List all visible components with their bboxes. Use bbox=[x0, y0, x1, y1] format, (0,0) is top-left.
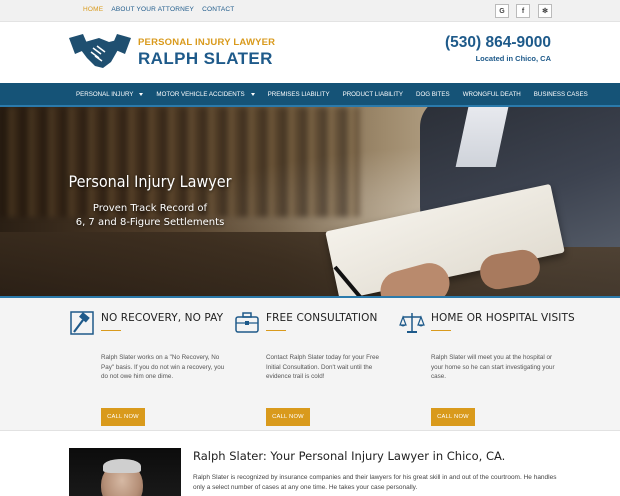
chevron-down-icon bbox=[250, 93, 255, 96]
call-now-button[interactable]: CALL NOW bbox=[266, 408, 310, 426]
top-nav: HOME ABOUT YOUR ATTORNEY CONTACT bbox=[83, 6, 234, 13]
nav-item-premises-liability[interactable]: PREMISES LIABILITY bbox=[268, 91, 330, 98]
briefcase-icon bbox=[235, 312, 259, 333]
phone-number[interactable]: (530) 864-9000 bbox=[445, 34, 551, 52]
nav-item-dog-bites[interactable]: DOG BITES bbox=[416, 91, 450, 98]
brand-name[interactable]: RALPH SLATER bbox=[138, 49, 273, 69]
site-header: PERSONAL INJURY LAWYER RALPH SLATER (530… bbox=[0, 22, 620, 83]
hero-subtitle-line-2: 6, 7 and 8-Figure Settlements bbox=[75, 217, 225, 228]
nav-item-personal-injury[interactable]: PERSONAL INJURY bbox=[76, 91, 144, 98]
call-now-button[interactable]: CALL NOW bbox=[431, 408, 475, 426]
nav-item-wrongful-death[interactable]: WRONGFUL DEATH bbox=[463, 91, 521, 98]
call-now-button[interactable]: CALL NOW bbox=[101, 408, 145, 426]
feature-text: Ralph Slater will meet you at the hospit… bbox=[431, 354, 555, 381]
nav-item-motor-vehicle-accidents[interactable]: MOTOR VEHICLE ACCIDENTS bbox=[156, 91, 255, 98]
feature-text: Ralph Slater works on a "No Recovery, No… bbox=[101, 354, 225, 381]
attorney-photo-hair bbox=[103, 459, 141, 473]
hero-subtitle-line-1: Proven Track Record of bbox=[92, 203, 208, 214]
feature-title: HOME OR HOSPITAL VISITS bbox=[431, 312, 575, 324]
hero-bookshelf-image bbox=[0, 107, 360, 217]
brand-tagline: PERSONAL INJURY LAWYER bbox=[138, 37, 276, 48]
topnav-about-link[interactable]: ABOUT YOUR ATTORNEY bbox=[111, 6, 194, 13]
about-title: Ralph Slater: Your Personal Injury Lawye… bbox=[193, 449, 506, 463]
handshake-icon[interactable] bbox=[69, 32, 131, 72]
scales-icon bbox=[399, 313, 425, 333]
hero-title: Personal Injury Lawyer bbox=[68, 172, 232, 191]
features-section: NO RECOVERY, NO PAY Ralph Slater works o… bbox=[0, 298, 620, 426]
nav-item-business-cases[interactable]: BUSINESS CASES bbox=[534, 91, 588, 98]
hero-banner: Personal Injury Lawyer Proven Track Reco… bbox=[0, 107, 620, 297]
feature-title: NO RECOVERY, NO PAY bbox=[101, 312, 224, 324]
top-bar: HOME ABOUT YOUR ATTORNEY CONTACT G f ✻ bbox=[0, 0, 620, 22]
chevron-down-icon bbox=[139, 93, 144, 96]
topnav-contact-link[interactable]: CONTACT bbox=[202, 6, 234, 13]
feature-title: FREE CONSULTATION bbox=[266, 312, 378, 324]
google-icon[interactable]: G bbox=[495, 4, 509, 18]
about-section: Ralph Slater: Your Personal Injury Lawye… bbox=[0, 430, 620, 496]
yelp-icon[interactable]: ✻ bbox=[538, 4, 552, 18]
attorney-photo bbox=[69, 448, 181, 496]
topnav-home-link[interactable]: HOME bbox=[83, 6, 103, 13]
about-text: Ralph Slater is recognized by insurance … bbox=[193, 474, 557, 491]
feature-divider bbox=[101, 330, 121, 331]
feature-divider bbox=[431, 330, 451, 331]
nav-item-product-liability[interactable]: PRODUCT LIABILITY bbox=[343, 91, 403, 98]
feature-text: Contact Ralph Slater today for your Free… bbox=[266, 354, 380, 381]
feature-divider bbox=[266, 330, 286, 331]
gavel-icon bbox=[70, 311, 94, 335]
facebook-icon[interactable]: f bbox=[516, 4, 530, 18]
main-nav: PERSONAL INJURY MOTOR VEHICLE ACCIDENTS … bbox=[0, 83, 620, 107]
location-text: Located in Chico, CA bbox=[475, 54, 551, 63]
